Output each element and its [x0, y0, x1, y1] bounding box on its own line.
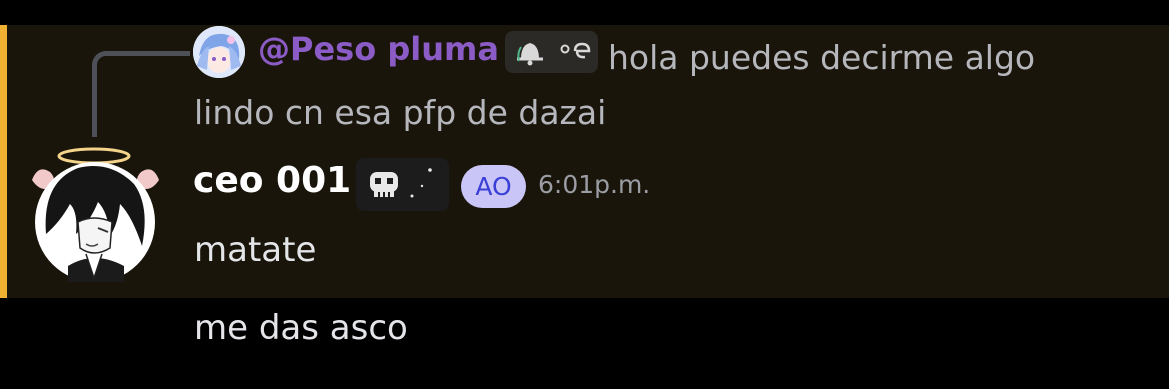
mention-highlight-bar	[0, 25, 7, 298]
message-timestamp[interactable]: 6:01p.m.	[538, 170, 650, 199]
role-badge[interactable]: AO	[461, 165, 526, 208]
user-avatar[interactable]	[28, 142, 163, 284]
author-tag	[356, 158, 449, 211]
bell-tag-icon	[517, 42, 591, 66]
reply-author-tag	[505, 31, 598, 73]
reply-author-name[interactable]: @Peso pluma	[258, 30, 499, 68]
message-text: matate	[194, 230, 317, 270]
dazai-avatar-icon	[32, 147, 159, 282]
reply-spine	[92, 51, 190, 137]
message-text: me das asco	[194, 308, 408, 348]
skull-tag-icon	[370, 168, 432, 198]
message-author-name[interactable]: ceo 001	[193, 160, 351, 201]
